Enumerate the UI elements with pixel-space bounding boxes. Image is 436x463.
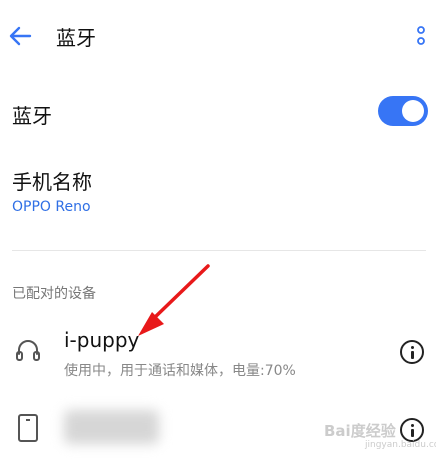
back-arrow-icon [9,26,32,46]
phone-icon [18,414,38,442]
more-vertical-icon [417,26,425,45]
back-button[interactable] [6,22,36,50]
device-name-value: OPPO Reno [12,199,91,215]
divider [12,250,426,251]
device-info-button-2[interactable] [400,418,424,442]
paired-device-name: i-puppy [64,328,140,352]
paired-devices-section-title: 已配对的设备 [12,286,96,302]
more-options-button[interactable] [410,24,432,52]
annotation-arrow [138,264,210,336]
top-bar: 蓝牙 [0,0,436,72]
info-icon-bar [411,429,414,437]
bluetooth-label: 蓝牙 [12,104,52,128]
phone-speaker [26,419,30,421]
info-icon-dot [411,424,414,427]
page-title: 蓝牙 [56,26,96,50]
headphones-icon [16,340,40,361]
bluetooth-settings-screen: 蓝牙 蓝牙 手机名称 OPPO Reno 已配对的设备 i-puppy 使用中，… [0,0,436,463]
paired-device-status: 使用中，用于通话和媒体，电量:70% [64,363,296,379]
watermark-url: jingyan.baidu.com [365,440,436,450]
watermark-logo: Bai度经验 [324,422,396,440]
toggle-knob [402,100,424,122]
device-info-button[interactable] [400,340,424,364]
info-icon-bar [411,351,414,359]
device-name-label: 手机名称 [12,170,92,194]
paired-device-name-blurred [64,410,159,444]
bluetooth-toggle[interactable] [378,96,428,126]
info-icon-dot [411,346,414,349]
